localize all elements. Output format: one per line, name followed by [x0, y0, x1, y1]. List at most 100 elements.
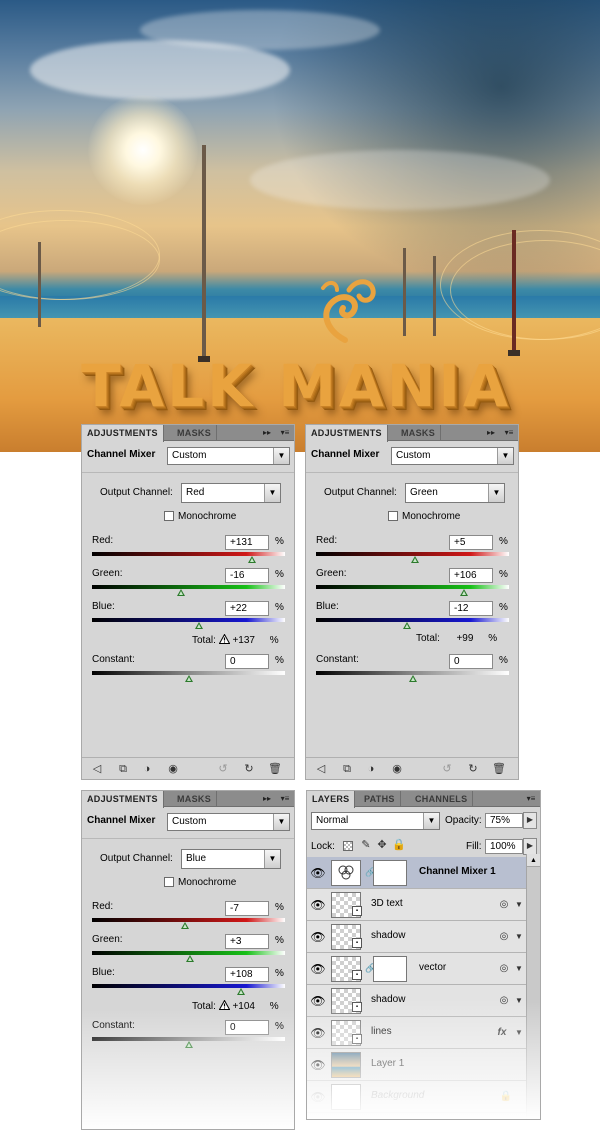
- output-channel-select[interactable]: Blue ▼: [181, 849, 281, 869]
- clip-layer-icon[interactable]: ◑: [364, 762, 378, 776]
- back-arrow-icon[interactable]: ◁: [90, 762, 104, 776]
- link-chain-icon[interactable]: 🔗: [365, 867, 376, 878]
- tab-adjustments[interactable]: ADJUSTMENTS: [82, 425, 164, 442]
- lock-move-icon[interactable]: ✥: [375, 838, 389, 852]
- slider-thumb-green[interactable]: [459, 589, 468, 596]
- layer-name[interactable]: Channel Mixer 1: [419, 866, 496, 877]
- slider-thumb-red[interactable]: [247, 556, 256, 563]
- fill-slider-arrow-icon[interactable]: ▶: [523, 838, 537, 855]
- eye-icon[interactable]: 👁: [310, 897, 326, 913]
- back-arrow-icon[interactable]: ◁: [314, 762, 328, 776]
- slider-thumb-green[interactable]: [185, 955, 194, 962]
- layer-mask-thumbnail[interactable]: [373, 956, 407, 982]
- slider-thumb-red[interactable]: [181, 922, 190, 929]
- constant-value[interactable]: 0: [225, 654, 269, 669]
- link-chain-icon[interactable]: 🔗: [365, 963, 376, 974]
- smart-filter-icon[interactable]: ◎: [497, 898, 511, 912]
- tab-masks[interactable]: MASKS: [172, 425, 218, 441]
- slider-value-green[interactable]: -16: [225, 568, 269, 583]
- layer-row[interactable]: 👁 ▪ shadow ◎ ▼: [307, 921, 526, 953]
- clip-layer-icon[interactable]: ◑: [140, 762, 154, 776]
- monochrome-checkbox[interactable]: [388, 511, 398, 521]
- slider-track-green[interactable]: [92, 585, 285, 589]
- previous-state-icon[interactable]: ↺: [440, 762, 454, 776]
- slider-thumb-constant[interactable]: [408, 675, 417, 682]
- reset-icon[interactable]: ↻: [466, 762, 480, 776]
- expand-panel-icon[interactable]: ▸▸: [484, 427, 498, 439]
- slider-value-blue[interactable]: +108: [225, 967, 269, 982]
- eye-icon[interactable]: 👁: [310, 929, 326, 945]
- tab-adjustments[interactable]: ADJUSTMENTS: [82, 791, 164, 808]
- layer-row[interactable]: 👁 🔗 Channel Mixer 1: [307, 857, 526, 889]
- expand-view-icon[interactable]: ⧉: [116, 762, 130, 776]
- fill-input[interactable]: 100%: [485, 839, 523, 854]
- slider-thumb-blue[interactable]: [402, 622, 411, 629]
- expand-view-icon[interactable]: ⧉: [340, 762, 354, 776]
- slider-value-green[interactable]: +106: [449, 568, 493, 583]
- tab-paths[interactable]: PATHS: [359, 791, 401, 807]
- panel-menu-icon[interactable]: ▾≡: [278, 793, 292, 805]
- slider-track-red[interactable]: [92, 552, 285, 556]
- visibility-eye-icon[interactable]: ◉: [166, 762, 180, 776]
- smart-filter-icon[interactable]: ◎: [497, 962, 511, 976]
- slider-value-green[interactable]: +3: [225, 934, 269, 949]
- output-channel-select[interactable]: Red ▼: [181, 483, 281, 503]
- opacity-input[interactable]: 75%: [485, 813, 523, 828]
- slider-value-red[interactable]: +131: [225, 535, 269, 550]
- panel-menu-icon[interactable]: ▾≡: [278, 427, 292, 439]
- layer-name[interactable]: 3D text: [371, 898, 403, 909]
- expand-panel-icon[interactable]: ▸▸: [260, 793, 274, 805]
- slider-thumb-constant[interactable]: [184, 675, 193, 682]
- monochrome-checkbox[interactable]: [164, 877, 174, 887]
- slider-track-green[interactable]: [316, 585, 509, 589]
- slider-thumb-blue[interactable]: [236, 988, 245, 995]
- opacity-slider-arrow-icon[interactable]: ▶: [523, 812, 537, 829]
- trash-icon[interactable]: 🗑: [268, 762, 282, 776]
- chevron-down-icon[interactable]: ▼: [512, 898, 526, 912]
- previous-state-icon[interactable]: ↺: [216, 762, 230, 776]
- slider-thumb-blue[interactable]: [195, 622, 204, 629]
- tab-layers[interactable]: LAYERS: [307, 791, 356, 808]
- output-channel-select[interactable]: Green ▼: [405, 483, 505, 503]
- slider-thumb-red[interactable]: [410, 556, 419, 563]
- preset-select[interactable]: Custom ▼: [391, 447, 514, 465]
- slider-value-blue[interactable]: -12: [449, 601, 493, 616]
- chevron-down-icon[interactable]: ▼: [512, 962, 526, 976]
- slider-value-red[interactable]: +5: [449, 535, 493, 550]
- tab-masks[interactable]: MASKS: [172, 791, 218, 807]
- slider-value-red[interactable]: -7: [225, 901, 269, 916]
- panel-menu-icon[interactable]: ▾≡: [524, 793, 538, 805]
- blend-mode-select[interactable]: Normal ▼: [311, 812, 440, 830]
- lock-all-icon[interactable]: 🔒: [392, 838, 406, 852]
- constant-value[interactable]: 0: [449, 654, 493, 669]
- scroll-up-icon[interactable]: ▲: [527, 854, 540, 867]
- slider-track-blue[interactable]: [92, 618, 285, 622]
- tab-adjustments[interactable]: ADJUSTMENTS: [306, 425, 388, 442]
- slider-track-blue[interactable]: [92, 984, 285, 988]
- slider-value-blue[interactable]: +22: [225, 601, 269, 616]
- eye-icon[interactable]: 👁: [310, 961, 326, 977]
- preset-select[interactable]: Custom ▼: [167, 447, 290, 465]
- tab-channels[interactable]: CHANNELS: [410, 791, 474, 807]
- lock-paint-brush-icon[interactable]: ✎: [359, 838, 373, 852]
- visibility-eye-icon[interactable]: ◉: [390, 762, 404, 776]
- slider-thumb-green[interactable]: [176, 589, 185, 596]
- trash-icon[interactable]: 🗑: [492, 762, 506, 776]
- layer-row[interactable]: 👁 ▪ 3D text ◎ ▼: [307, 889, 526, 921]
- lock-transparency-icon[interactable]: [343, 841, 353, 851]
- smart-filter-icon[interactable]: ◎: [497, 930, 511, 944]
- expand-panel-icon[interactable]: ▸▸: [260, 427, 274, 439]
- layer-row[interactable]: 👁 🔗 ▪ vector ◎ ▼: [307, 953, 526, 985]
- layer-mask-thumbnail[interactable]: [373, 860, 407, 886]
- preset-select[interactable]: Custom ▼: [167, 813, 290, 831]
- slider-track-blue[interactable]: [316, 618, 509, 622]
- monochrome-checkbox[interactable]: [164, 511, 174, 521]
- layer-name[interactable]: vector: [419, 962, 446, 973]
- channel-mixer-thumbnail[interactable]: [331, 860, 361, 886]
- chevron-down-icon[interactable]: ▼: [512, 930, 526, 944]
- eye-icon[interactable]: 👁: [310, 865, 326, 881]
- reset-icon[interactable]: ↻: [242, 762, 256, 776]
- tab-masks[interactable]: MASKS: [396, 425, 442, 441]
- layer-name[interactable]: shadow: [371, 930, 405, 941]
- panel-menu-icon[interactable]: ▾≡: [502, 427, 516, 439]
